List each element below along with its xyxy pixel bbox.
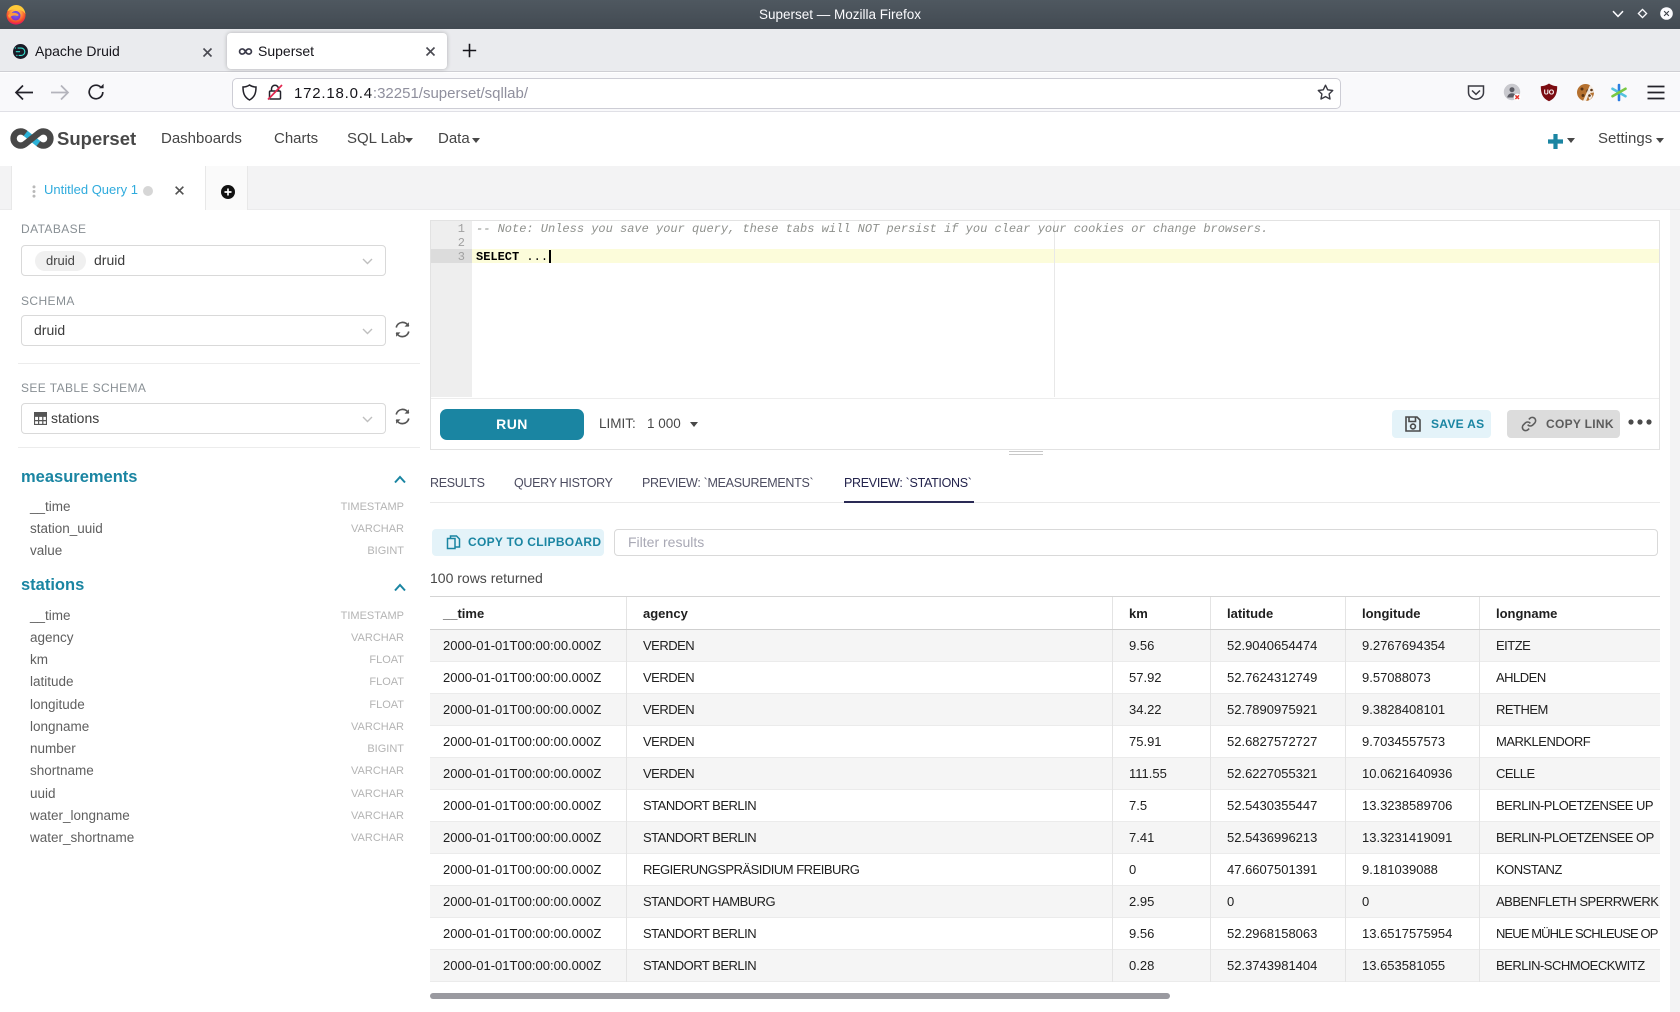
svg-text:UO: UO [1544,90,1555,97]
